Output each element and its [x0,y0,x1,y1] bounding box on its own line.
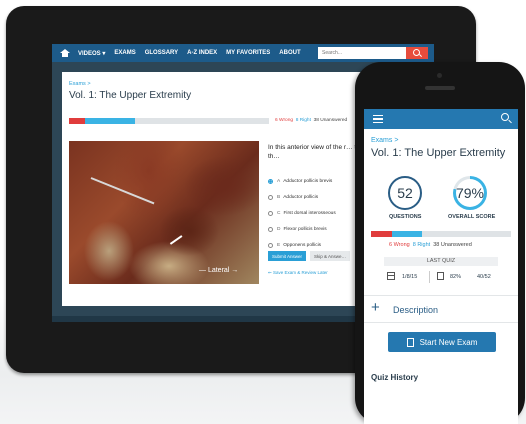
progress-bar [371,231,511,237]
nav-item-about[interactable]: ABOUT [279,50,300,56]
last-quiz-score: 40/52 [477,274,491,280]
nav-item-videos[interactable]: VIDEOS ▾ [78,50,105,57]
search-icon[interactable] [501,113,509,121]
last-quiz-date: 1/8/15 [402,274,418,280]
phone-screen: Exams > Vol. 1: The Upper Extremity 52 7… [364,109,518,424]
nav-item-glossary[interactable]: GLOSSARY [145,50,178,56]
plus-icon[interactable]: + [371,299,380,316]
right-count: 8 Right [412,242,431,248]
start-new-exam-label: Start New Exam [419,337,478,347]
option-text: Adductor pollicis brevis [283,178,333,184]
option-letter: D [277,226,281,232]
search-button[interactable] [406,47,428,59]
save-exam-label: Save Exam & Review Later [273,270,328,275]
unanswered-count: 38 Unanswered [313,118,348,123]
radio-icon[interactable] [268,194,273,200]
answer-option-c[interactable]: C First dorsal interosseous [268,205,336,221]
last-quiz-header: LAST QUIZ [384,257,498,266]
search-box [318,47,428,59]
radio-icon[interactable] [268,242,273,248]
option-text: Adductor pollicis [283,194,319,200]
divider [429,271,430,283]
start-new-exam-button[interactable]: Start New Exam [388,332,496,352]
anatomy-image: — Lateral → [69,141,259,284]
overall-score-value: 79% [456,179,484,207]
answer-option-d[interactable]: D Flexor pollicis brevis [268,221,336,237]
quiz-history-heading: Quiz History [371,373,419,382]
wrong-count: 6 Wrong [275,118,294,123]
skip-button[interactable]: Skip & Answe… [310,251,350,261]
hamburger-menu-icon[interactable] [373,115,383,123]
submit-answer-button[interactable]: Submit Answer [268,251,306,261]
progress-wrong [69,118,85,124]
lateral-label: — Lateral → [199,267,239,274]
divider [364,322,518,323]
progress-stats: 6 Wrong 8 Right 38 Unanswered [389,242,472,248]
page-title: Vol. 1: The Upper Extremity [69,90,192,101]
option-text: Opponens pollicis [283,242,322,248]
save-exam-link[interactable]: ⇜ Save Exam & Review Later [268,270,328,276]
nav-item-az-index[interactable]: A-Z INDEX [187,50,217,56]
progress-bar [69,118,269,124]
overall-score-label: OVERALL SCORE [448,214,496,220]
document-icon [406,337,414,347]
last-quiz-percent: 82% [450,274,462,280]
radio-icon[interactable] [268,226,273,232]
speaker-grille [425,86,455,90]
right-count: 8 Right [295,118,311,123]
option-letter: A [277,178,281,184]
edit-icon [437,272,444,280]
radio-icon[interactable] [268,210,273,216]
option-letter: B [277,194,281,200]
overall-score-circle: 79% [453,176,487,210]
phone-device: Exams > Vol. 1: The Upper Extremity 52 7… [355,62,525,424]
description-toggle[interactable]: Description [393,305,438,315]
last-quiz-row[interactable]: 1/8/15 82% 40/52 [384,269,498,287]
unanswered-count: 38 Unanswered [433,242,472,248]
phone-header [364,109,518,129]
breadcrumb[interactable]: Exams > [69,81,91,87]
answer-options: A Adductor pollicis brevis B Adductor po… [268,173,336,253]
progress-stats: 6 Wrong 8 Right 38 Unanswered [275,118,347,123]
nav-item-exams[interactable]: EXAMS [114,50,135,56]
radio-selected-icon[interactable] [268,178,273,184]
option-letter: C [277,210,281,216]
questions-count-circle: 52 [388,176,422,210]
option-text: Flexor pollicis brevis [283,226,327,232]
wrong-count: 6 Wrong [389,242,410,248]
nav-item-my-favorites[interactable]: MY FAVORITES [226,50,270,56]
divider [364,295,518,296]
progress-wrong [371,231,392,237]
indicator-arrow-icon [169,235,183,245]
home-icon[interactable] [60,49,70,57]
probe-instrument [90,177,155,205]
option-letter: E [277,242,281,248]
camera-icon [437,73,442,78]
progress-right [85,118,135,124]
progress-right [392,231,422,237]
calendar-icon [387,272,395,280]
page-title: Vol. 1: The Upper Extremity [371,147,506,159]
questions-label: QUESTIONS [389,214,422,220]
search-input[interactable] [318,47,406,59]
top-navigation: VIDEOS ▾ EXAMS GLOSSARY A-Z INDEX MY FAV… [52,44,434,62]
answer-option-a[interactable]: A Adductor pollicis brevis [268,173,336,189]
answer-option-b[interactable]: B Adductor pollicis [268,189,336,205]
option-text: First dorsal interosseous [283,210,336,216]
breadcrumb[interactable]: Exams > [371,137,398,144]
